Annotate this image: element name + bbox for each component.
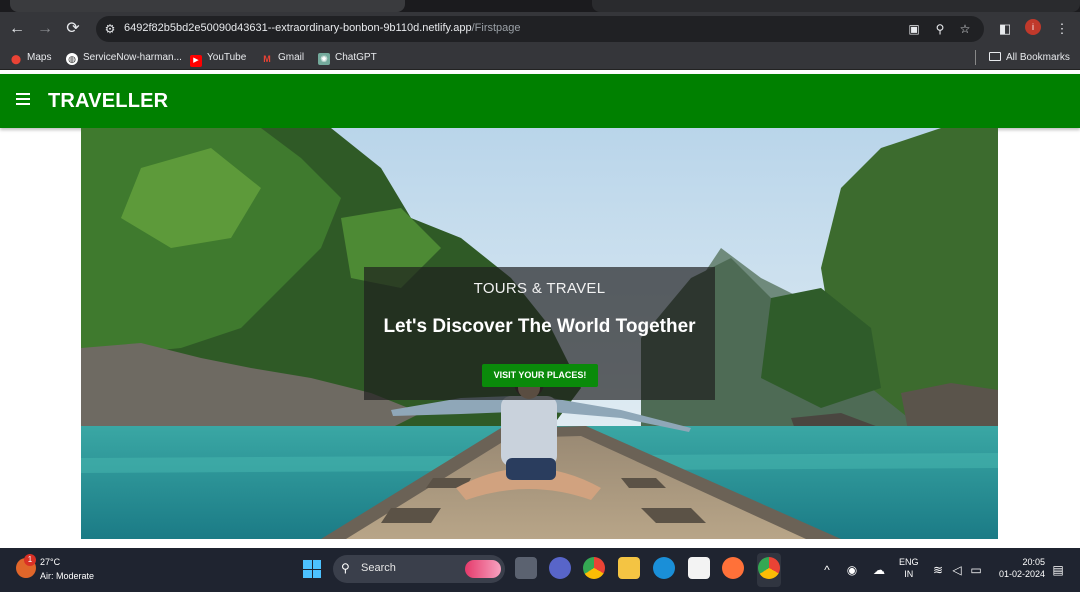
back-button[interactable]: ← (6, 18, 28, 40)
weather-temperature: 27°C (40, 557, 61, 567)
language-region: IN (904, 569, 914, 579)
youtube-icon: ▶ (190, 55, 202, 67)
language-primary: ENG (899, 557, 919, 567)
weather-badge: 1 (24, 554, 36, 566)
tray-overflow-icon[interactable]: ^ (820, 560, 834, 580)
file-explorer-icon[interactable] (618, 557, 640, 579)
start-button[interactable] (303, 560, 321, 578)
hamburger-menu-icon[interactable] (16, 93, 30, 107)
bookmark-label: ServiceNow-harman... (83, 52, 182, 63)
tab-strip (0, 0, 1080, 12)
search-label: Search (361, 562, 396, 574)
task-view-icon[interactable] (515, 557, 537, 579)
url-path: /Firstpage (471, 22, 521, 34)
more-menu-icon[interactable]: ⋮ (1052, 19, 1072, 39)
edge-icon[interactable] (653, 557, 675, 579)
side-panel-icon[interactable]: ◧ (995, 19, 1015, 39)
address-bar-url[interactable]: 6492f82b5bd2e50090d43631--extraordinary-… (124, 22, 521, 34)
visit-places-button[interactable]: VISIT YOUR PLACES! (482, 364, 598, 387)
bookmark-gmail[interactable]: M Gmail (261, 50, 304, 66)
web-page: TRAVELLER TOURS & TRAVEL Let's Discover … (0, 70, 1080, 548)
cast-icon[interactable]: ▣ (906, 21, 922, 37)
site-header: TRAVELLER (0, 74, 1080, 128)
bookmark-star-icon[interactable]: ☆ (957, 21, 973, 37)
clock-time: 20:05 (1022, 557, 1045, 567)
bookmark-label: Maps (27, 52, 52, 63)
system-clock[interactable]: 20:05 01-02-2024 (993, 556, 1045, 580)
all-bookmarks-button[interactable]: All Bookmarks (989, 50, 1070, 66)
chat-icon[interactable] (549, 557, 571, 579)
site-info-icon[interactable]: ⚙ (102, 21, 118, 37)
gmail-icon: M (263, 54, 271, 64)
clock-date: 01-02-2024 (998, 569, 1045, 579)
chrome-canary-icon[interactable] (758, 557, 780, 579)
bookmark-label: Gmail (278, 52, 305, 63)
hero-subtitle: TOURS & TRAVEL (473, 280, 606, 297)
screen: ← → ⟳ ⚙ 6492f82b5bd2e50090d43631--extrao… (0, 0, 1080, 592)
profile-avatar[interactable]: i (1025, 19, 1041, 35)
firefox-icon[interactable] (722, 557, 744, 579)
address-bar[interactable]: ⚙ 6492f82b5bd2e50090d43631--extraordinar… (96, 16, 984, 42)
volume-icon[interactable]: ◁ (949, 560, 965, 580)
tab-inactive[interactable] (592, 0, 1080, 12)
folder-icon (989, 52, 1001, 61)
bookmark-chatgpt[interactable]: ✺ ChatGPT (318, 50, 377, 66)
search-highlight-icon (465, 560, 501, 578)
hero-caption: TOURS & TRAVEL Let's Discover The World … (364, 267, 715, 400)
weather-condition: Air: Moderate (40, 571, 95, 581)
bookmarks-divider (975, 50, 976, 65)
reload-button[interactable]: ⟳ (62, 18, 84, 40)
all-bookmarks-label: All Bookmarks (1006, 52, 1070, 63)
servicenow-icon: ◍ (66, 53, 78, 65)
windows-taskbar: 1 27°C Air: Moderate ⚲ Search ^ ◉ ☁ ENG … (0, 548, 1080, 592)
bookmark-label: YouTube (207, 52, 247, 63)
security-icon[interactable]: ◉ (844, 560, 860, 580)
search-icon: ⚲ (341, 561, 350, 575)
maps-icon: ⬤ (10, 54, 22, 64)
browser-toolbar: ← → ⟳ ⚙ 6492f82b5bd2e50090d43631--extrao… (0, 12, 1080, 46)
notifications-icon[interactable]: ▤ (1050, 560, 1066, 580)
input-language[interactable]: ENG IN (899, 556, 919, 580)
hero-banner: TOURS & TRAVEL Let's Discover The World … (81, 128, 998, 539)
site-brand[interactable]: TRAVELLER (48, 90, 168, 113)
zoom-icon[interactable]: ⚲ (932, 21, 948, 37)
bookmark-label: ChatGPT (335, 52, 377, 63)
tab-inactive[interactable] (10, 0, 405, 12)
chrome-icon[interactable] (583, 557, 605, 579)
bookmark-youtube[interactable]: ▶ YouTube (190, 50, 247, 67)
bookmark-maps[interactable]: ⬤ Maps (10, 50, 52, 66)
bookmark-servicenow[interactable]: ◍ ServiceNow-harman... (66, 50, 182, 66)
taskbar-search[interactable]: ⚲ Search (333, 555, 505, 583)
chatgpt-icon: ✺ (318, 53, 330, 65)
forward-button[interactable]: → (34, 18, 56, 40)
url-host: 6492f82b5bd2e50090d43631--extraordinary-… (124, 22, 472, 34)
wifi-icon[interactable]: ≋ (930, 560, 946, 580)
battery-icon[interactable]: ▭ (968, 560, 984, 580)
bookmarks-bar: ⬤ Maps ◍ ServiceNow-harman... ▶ YouTube M Gm… (0, 46, 1080, 70)
store-icon[interactable] (688, 557, 710, 579)
cloud-icon[interactable]: ☁ (871, 560, 887, 580)
hero-headline: Let's Discover The World Together (383, 316, 696, 337)
